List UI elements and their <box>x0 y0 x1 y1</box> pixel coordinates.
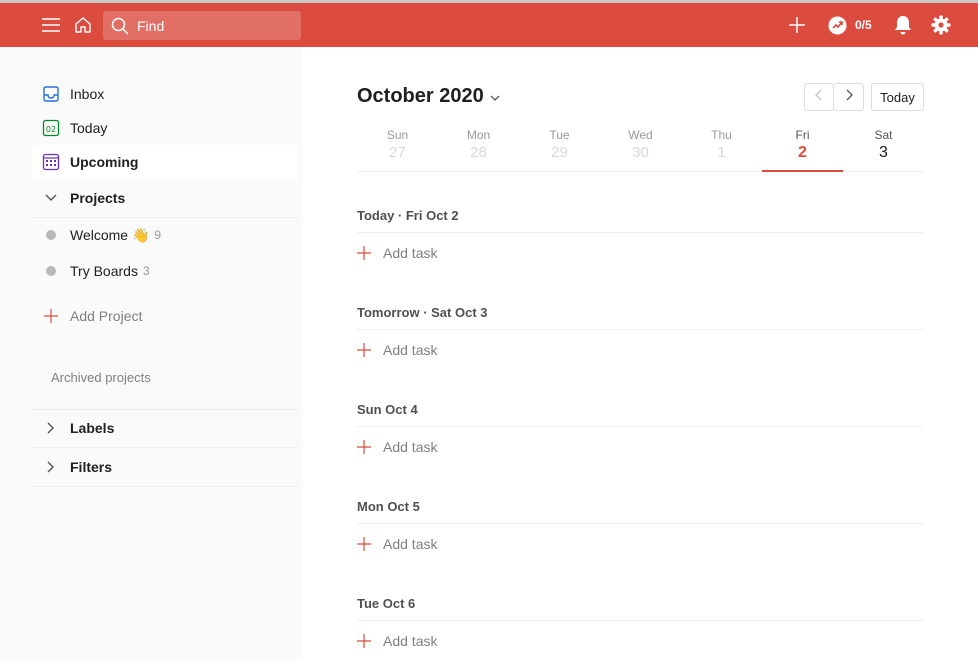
add-task-button[interactable]: Add task <box>357 330 924 370</box>
add-task-label: Add task <box>383 536 438 552</box>
chevron-right-icon[interactable] <box>32 421 70 435</box>
plus-icon[interactable] <box>787 15 807 35</box>
day-name: Thu <box>711 128 732 142</box>
project-item-try-boards[interactable]: Try Boards 3 <box>32 254 297 288</box>
day-sun: Sun 27 <box>357 125 438 171</box>
day-date: 3 <box>879 144 888 161</box>
day-mon: Mon 28 <box>438 125 519 171</box>
projects-label: Projects <box>70 190 126 206</box>
day-section: Tomorrow · Sat Oct 3 Add task <box>357 302 924 370</box>
sidebar-item-today[interactable]: 02 Today <box>32 111 297 145</box>
project-item-welcome[interactable]: Welcome 👋 9 <box>32 218 297 252</box>
previous-week-button[interactable] <box>804 83 834 111</box>
selected-day-underline <box>762 170 843 172</box>
labels-header[interactable]: Labels <box>32 409 297 448</box>
today-button[interactable]: Today <box>871 83 924 111</box>
day-date: 2 <box>798 144 807 161</box>
chevron-right-icon[interactable] <box>32 460 70 474</box>
chevron-right-icon <box>844 88 854 106</box>
day-name: Wed <box>628 128 653 142</box>
search-placeholder: Find <box>137 18 165 34</box>
day-date: 27 <box>389 144 406 161</box>
section-title: Mon Oct 5 <box>357 496 924 524</box>
add-task-button[interactable]: Add task <box>357 621 924 661</box>
project-color-dot <box>46 230 56 240</box>
plus-icon <box>357 537 383 551</box>
projects-header[interactable]: Projects <box>32 179 297 218</box>
plus-icon <box>357 343 383 357</box>
day-date: 28 <box>470 144 487 161</box>
chevron-down-icon[interactable] <box>489 90 501 108</box>
section-title: Sun Oct 4 <box>357 399 924 427</box>
sidebar-item-label: Inbox <box>70 86 105 102</box>
day-tue: Tue 29 <box>519 125 600 171</box>
day-name: Sat <box>874 128 893 142</box>
sidebar: Inbox 02 Today Upcoming Projects Welcome… <box>0 47 303 660</box>
add-project-label: Add Project <box>70 308 143 324</box>
karma-count[interactable]: 0/5 <box>855 18 872 32</box>
add-task-label: Add task <box>383 439 438 455</box>
chevron-left-icon <box>814 88 824 106</box>
page-title[interactable]: October 2020 <box>357 85 484 108</box>
day-name: Tue <box>549 128 570 142</box>
project-count: 9 <box>154 228 162 242</box>
day-date: 1 <box>717 144 726 161</box>
section-title: Tomorrow · Sat Oct 3 <box>357 302 924 330</box>
main-content: October 2020 Today Sun 27 Mon 28 Tue 29 … <box>303 47 978 660</box>
today-calendar-icon: 02 <box>32 119 70 137</box>
chevron-down-icon[interactable] <box>32 193 70 203</box>
add-task-label: Add task <box>383 245 438 261</box>
day-section: Mon Oct 5 Add task <box>357 496 924 564</box>
next-week-button[interactable] <box>833 83 864 111</box>
sidebar-item-upcoming[interactable]: Upcoming <box>32 145 297 179</box>
search-input[interactable]: Find <box>103 11 301 40</box>
day-date: 30 <box>632 144 649 161</box>
karma-icon[interactable] <box>827 15 847 35</box>
plus-icon <box>357 246 383 260</box>
sidebar-item-inbox[interactable]: Inbox <box>32 77 297 111</box>
search-icon <box>111 17 129 40</box>
plus-icon <box>32 309 70 323</box>
project-name: Welcome 👋 <box>70 226 150 243</box>
sidebar-item-label: Upcoming <box>70 154 139 170</box>
day-sat[interactable]: Sat 3 <box>843 125 924 171</box>
gear-icon[interactable] <box>930 14 952 36</box>
week-strip: Sun 27 Mon 28 Tue 29 Wed 30 Thu 1 Fri 2 … <box>357 125 924 172</box>
menu-icon[interactable] <box>40 14 62 36</box>
project-name: Try Boards <box>70 263 138 279</box>
top-bar: Find 0/5 <box>0 0 978 47</box>
inbox-icon <box>32 85 70 103</box>
add-task-label: Add task <box>383 633 438 649</box>
sidebar-item-label: Today <box>70 120 108 136</box>
day-section: Tue Oct 6 Add task <box>357 593 924 661</box>
home-icon[interactable] <box>72 14 94 36</box>
upcoming-calendar-icon <box>32 153 70 171</box>
project-color-dot <box>46 266 56 276</box>
add-task-button[interactable]: Add task <box>357 233 924 273</box>
labels-label: Labels <box>70 420 115 436</box>
today-calendar-icon-text: 02 <box>46 125 56 134</box>
day-date: 29 <box>551 144 568 161</box>
bell-icon[interactable] <box>892 14 914 36</box>
project-count: 3 <box>142 264 150 278</box>
day-fri-selected[interactable]: Fri 2 <box>762 125 843 172</box>
archived-projects-link[interactable]: Archived projects <box>51 370 151 385</box>
section-title: Today · Fri Oct 2 <box>357 205 924 233</box>
add-task-button[interactable]: Add task <box>357 427 924 467</box>
add-task-label: Add task <box>383 342 438 358</box>
section-title: Tue Oct 6 <box>357 593 924 621</box>
add-project-button[interactable]: Add Project <box>32 301 297 331</box>
plus-icon <box>357 440 383 454</box>
day-thu: Thu 1 <box>681 125 762 171</box>
day-name: Mon <box>466 128 491 142</box>
day-section: Sun Oct 4 Add task <box>357 399 924 467</box>
day-name: Fri <box>795 128 810 142</box>
filters-label: Filters <box>70 459 113 475</box>
day-wed: Wed 30 <box>600 125 681 171</box>
filters-header[interactable]: Filters <box>32 448 297 487</box>
day-section: Today · Fri Oct 2 Add task <box>357 205 924 273</box>
add-task-button[interactable]: Add task <box>357 524 924 564</box>
day-name: Sun <box>386 128 409 142</box>
plus-icon <box>357 634 383 648</box>
